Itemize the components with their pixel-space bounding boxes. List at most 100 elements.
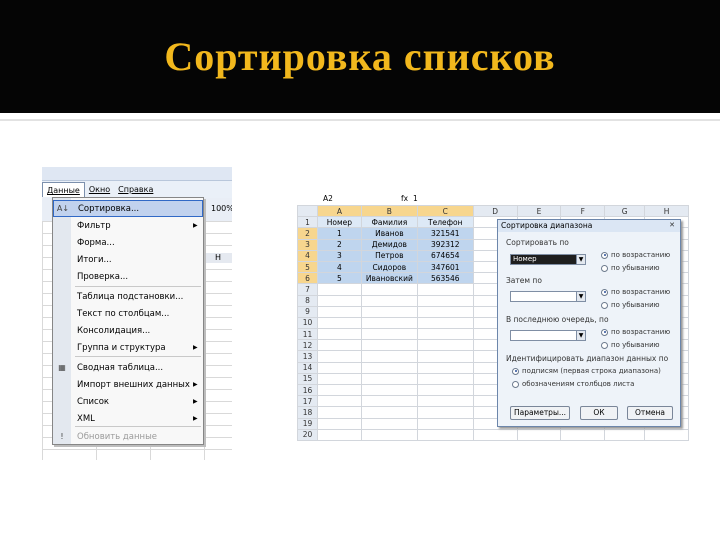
cell[interactable]	[316, 316, 362, 330]
sort1-desc-radio[interactable]: по убыванию	[601, 264, 660, 272]
menu-item[interactable]: Фильтр ▶	[53, 217, 203, 234]
column-header[interactable]: A	[316, 204, 362, 218]
menu-data[interactable]: Данные	[42, 182, 85, 197]
cell[interactable]	[360, 316, 418, 330]
column-header[interactable]: H	[204, 253, 232, 263]
last-by-select[interactable]: ▼	[510, 330, 586, 341]
row-header[interactable]: 16	[297, 383, 318, 397]
cell[interactable]	[316, 350, 362, 363]
menu-item[interactable]: Группа и структура ▶	[53, 339, 203, 356]
menu-item[interactable]: Итоги...	[53, 251, 203, 268]
cell[interactable]	[416, 406, 474, 419]
row-header[interactable]: 9	[297, 305, 318, 318]
menu-item[interactable]: Форма...	[53, 234, 203, 251]
cell[interactable]	[360, 383, 418, 397]
cell[interactable]	[416, 372, 474, 386]
cell[interactable]	[360, 339, 418, 352]
cell[interactable]: 3	[316, 249, 362, 262]
sort-by-select[interactable]: Номер ▼	[510, 254, 586, 265]
cell[interactable]: 1	[316, 227, 362, 240]
cell[interactable]	[416, 383, 474, 397]
cell[interactable]: 2	[316, 238, 362, 251]
cell[interactable]: Демидов	[360, 238, 418, 251]
cell[interactable]	[316, 361, 362, 374]
row-header[interactable]: 2	[297, 227, 318, 240]
cell[interactable]: Иванов	[360, 227, 418, 240]
cell[interactable]	[360, 328, 418, 341]
row-header[interactable]: 20	[297, 428, 318, 441]
cell[interactable]: 321541	[416, 227, 474, 240]
cell[interactable]	[516, 428, 562, 441]
cell[interactable]	[644, 428, 689, 441]
menu-item[interactable]: XML ▶	[53, 410, 203, 427]
cell[interactable]: 5	[316, 272, 362, 285]
cell[interactable]	[316, 372, 362, 386]
close-icon[interactable]: ✕	[667, 221, 677, 230]
cell[interactable]: 392312	[416, 238, 474, 251]
cell[interactable]	[360, 395, 418, 408]
menu-item[interactable]: Список ▶	[53, 393, 203, 410]
name-box[interactable]: A2	[323, 194, 333, 203]
cell[interactable]	[360, 406, 418, 419]
sort2-desc-radio[interactable]: по убыванию	[601, 301, 660, 309]
column-header[interactable]: G	[604, 204, 646, 218]
cell[interactable]	[416, 305, 474, 318]
row-header[interactable]: 4	[297, 249, 318, 262]
cell[interactable]	[316, 305, 362, 318]
menu-item[interactable]: ▦ Сводная таблица...	[53, 359, 203, 376]
cell[interactable]	[416, 328, 474, 341]
row-header[interactable]: 1	[297, 216, 318, 229]
column-header[interactable]: B	[360, 204, 418, 218]
cell[interactable]	[360, 350, 418, 363]
cell[interactable]	[416, 395, 474, 408]
column-header[interactable]: E	[516, 204, 562, 218]
cell[interactable]: 563546	[416, 272, 474, 285]
menu-item[interactable]: Таблица подстановки...	[53, 288, 203, 305]
cell[interactable]: Фамилия	[360, 216, 418, 229]
cell[interactable]	[416, 294, 474, 307]
sort2-asc-radio[interactable]: по возрастанию	[601, 288, 670, 296]
cell[interactable]: Номер	[316, 216, 362, 229]
cell[interactable]	[360, 417, 418, 430]
row-header[interactable]: 8	[297, 294, 318, 307]
id-letters-radio[interactable]: обозначениям столбцов листа	[512, 380, 634, 388]
cell[interactable]	[360, 372, 418, 386]
cell[interactable]	[416, 350, 474, 363]
row-header[interactable]: 19	[297, 417, 318, 430]
cell[interactable]	[316, 417, 362, 430]
row-header[interactable]: 11	[297, 328, 318, 341]
row-header[interactable]: 10	[297, 316, 318, 330]
row-header[interactable]: 7	[297, 283, 318, 296]
cell[interactable]	[416, 417, 474, 430]
select-all-corner[interactable]	[297, 204, 318, 218]
cell[interactable]	[604, 428, 646, 441]
cell[interactable]	[316, 294, 362, 307]
cell[interactable]	[316, 383, 362, 397]
cell[interactable]	[416, 361, 474, 374]
row-header[interactable]: 6	[297, 272, 318, 285]
sort3-asc-radio[interactable]: по возрастанию	[601, 328, 670, 336]
menu-help[interactable]: Справка	[114, 182, 157, 197]
cell[interactable]	[416, 428, 474, 441]
cancel-button[interactable]: Отмена	[627, 406, 673, 420]
id-headers-radio[interactable]: подписям (первая строка диапазона)	[512, 367, 661, 375]
zoom-value[interactable]: 100%	[211, 204, 232, 213]
cell[interactable]	[360, 428, 418, 441]
formula-value[interactable]: 1	[413, 194, 418, 203]
parameters-button[interactable]: Параметры...	[510, 406, 570, 420]
cell[interactable]: Сидоров	[360, 260, 418, 274]
cell[interactable]	[316, 428, 362, 441]
then-by-select[interactable]: ▼	[510, 291, 586, 302]
cell[interactable]	[360, 283, 418, 296]
cell[interactable]	[560, 428, 606, 441]
cell[interactable]: 674654	[416, 249, 474, 262]
cell[interactable]	[360, 305, 418, 318]
cell[interactable]	[316, 339, 362, 352]
cell[interactable]	[416, 339, 474, 352]
cell[interactable]: 347601	[416, 260, 474, 274]
cell[interactable]	[316, 395, 362, 408]
menu-item[interactable]: A↓ Сортировка...	[53, 200, 203, 217]
row-header[interactable]: 18	[297, 406, 318, 419]
menu-item[interactable]: Текст по столбцам...	[53, 305, 203, 322]
menu-item[interactable]: Консолидация...	[53, 322, 203, 339]
